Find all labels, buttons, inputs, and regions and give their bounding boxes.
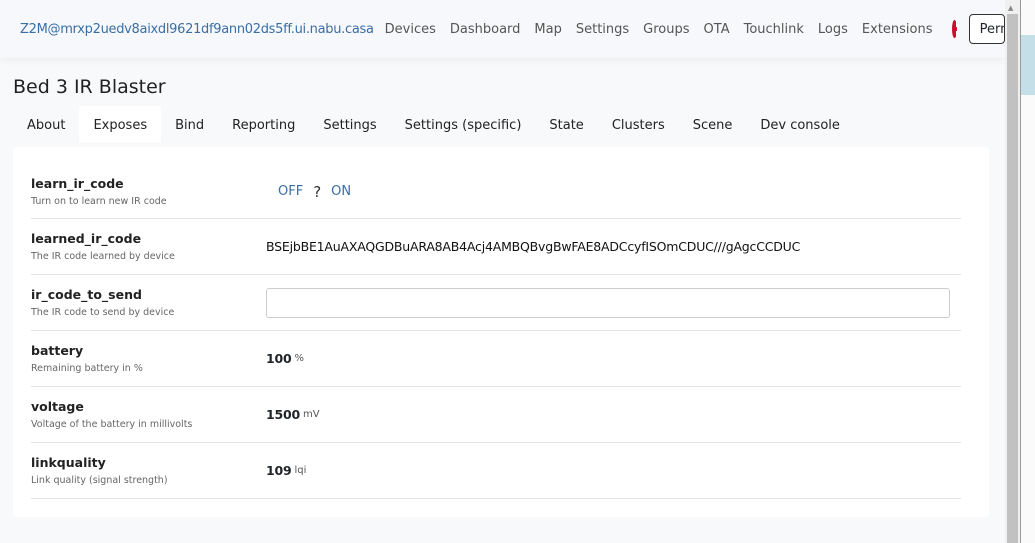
nav-map[interactable]: Map <box>534 22 561 37</box>
nav-settings[interactable]: Settings <box>576 22 629 37</box>
scrollbar-thumb[interactable] <box>1007 14 1018 543</box>
expose-value: BSEjbBE1AuAXAQGDBuARA8AB4Acj4AMBQBvgBwFA… <box>266 239 801 254</box>
scroll-up-arrow-icon[interactable]: ▲ <box>1008 4 1013 12</box>
expose-desc: The IR code to send by device <box>31 307 175 318</box>
tab-clusters[interactable]: Clusters <box>598 106 679 143</box>
vertical-scrollbar[interactable]: ▲ <box>1005 0 1020 543</box>
tab-scene[interactable]: Scene <box>679 106 747 143</box>
expose-name: ir_code_to_send <box>31 287 142 302</box>
background-window <box>1020 0 1035 543</box>
expose-row-ir-code-to-send: ir_code_to_send The IR code to send by de… <box>31 275 961 331</box>
off-button[interactable]: OFF <box>278 184 303 199</box>
expose-row-battery: battery Remaining battery in % 100% <box>31 331 961 387</box>
tab-dev-console[interactable]: Dev console <box>746 106 854 143</box>
nav-logs[interactable]: Logs <box>818 22 848 37</box>
tab-reporting[interactable]: Reporting <box>218 106 309 143</box>
nav-extensions[interactable]: Extensions <box>862 22 933 37</box>
nav-groups[interactable]: Groups <box>643 22 689 37</box>
language-flag-icon[interactable] <box>951 20 957 38</box>
tab-bind[interactable]: Bind <box>161 106 218 143</box>
expose-row-linkquality: linkquality Link quality (signal strength… <box>31 443 961 499</box>
tab-about[interactable]: About <box>13 106 79 143</box>
exposes-card: learn_ir_code Turn on to learn new IR cod… <box>13 147 989 517</box>
expose-value: 1500 <box>266 407 300 422</box>
permit-join-button[interactable]: Permit join (All) <box>968 14 1005 44</box>
expose-name: linkquality <box>31 455 106 470</box>
brand-link[interactable]: Z2M@mrxp2uedv8aixdl9621df9ann02ds5ff.ui.… <box>20 22 374 37</box>
expose-unit: mV <box>303 409 320 420</box>
ir-code-input[interactable] <box>266 287 950 318</box>
expose-desc: Voltage of the battery in millivolts <box>31 419 193 430</box>
tab-state[interactable]: State <box>535 106 597 143</box>
expose-name: learn_ir_code <box>31 176 124 191</box>
expose-row-learned-ir-code: learned_ir_code The IR code learned by de… <box>31 219 961 275</box>
tab-settings-specific[interactable]: Settings (specific) <box>391 106 536 143</box>
expose-unit: % <box>294 353 305 364</box>
on-button[interactable]: ON <box>331 184 351 199</box>
state-unknown: ? <box>313 182 322 201</box>
expose-row-voltage: voltage Voltage of the battery in millivo… <box>31 387 961 443</box>
page-title: Bed 3 IR Blaster <box>13 76 166 98</box>
expose-name: battery <box>31 343 84 358</box>
tab-exposes[interactable]: Exposes <box>79 106 162 143</box>
nav-devices[interactable]: Devices <box>385 22 436 37</box>
top-navbar: Z2M@mrxp2uedv8aixdl9621df9ann02ds5ff.ui.… <box>0 0 1005 58</box>
expose-desc: Remaining battery in % <box>31 363 143 374</box>
expose-desc: Link quality (signal strength) <box>31 475 168 486</box>
expose-row-learn-ir-code: learn_ir_code Turn on to learn new IR cod… <box>31 165 961 219</box>
expose-value: 100 <box>266 351 292 366</box>
nav-dashboard[interactable]: Dashboard <box>450 22 521 37</box>
expose-value: 109 <box>266 463 292 478</box>
tab-settings[interactable]: Settings <box>309 106 390 143</box>
expose-unit: lqi <box>294 465 307 476</box>
nav-touchlink[interactable]: Touchlink <box>744 22 804 37</box>
expose-name: voltage <box>31 399 84 414</box>
expose-desc: Turn on to learn new IR code <box>31 196 167 207</box>
expose-name: learned_ir_code <box>31 231 142 246</box>
device-tabs: About Exposes Bind Reporting Settings Se… <box>13 106 854 143</box>
nav-ota[interactable]: OTA <box>704 22 730 37</box>
expose-desc: The IR code learned by device <box>31 251 175 262</box>
